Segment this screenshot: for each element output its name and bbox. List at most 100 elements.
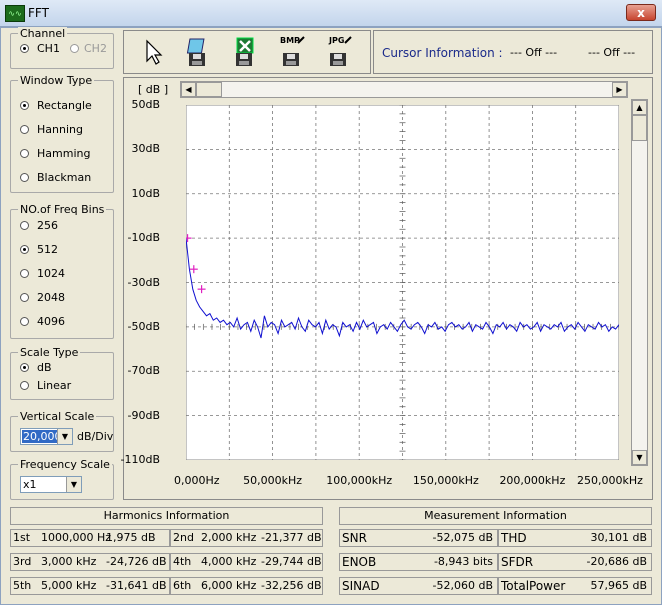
harmonic-db: -32,256 dB: [261, 579, 322, 592]
jpg-label: JPG: [329, 36, 345, 45]
ch1-radio[interactable]: [20, 44, 29, 53]
vertical-scale-title: Vertical Scale: [18, 410, 97, 423]
x-tick-label: 200,000kHz: [499, 474, 566, 487]
scroll-up-icon[interactable]: ▲: [632, 100, 647, 115]
measurement-cell: THD 30,101 dB: [498, 529, 652, 547]
vertical-scrollbar[interactable]: ▲ ▼: [631, 99, 648, 466]
blackman-label: Blackman: [37, 171, 92, 184]
frequency-scale-value: x1: [23, 478, 37, 491]
harmonic-freq: 4,000 kHz: [201, 555, 257, 568]
x-tick-label: 50,000kHz: [243, 474, 303, 487]
y-tick-label: -50dB: [127, 319, 161, 333]
measurement-value: 30,101 dB: [590, 531, 647, 544]
measurement-cell: SINAD -52,060 dB: [339, 577, 498, 595]
pointer-button[interactable]: [131, 33, 171, 71]
x-tick-label: 150,000kHz: [412, 474, 479, 487]
y-tick-label: 10dB: [131, 186, 160, 200]
harmonic-order: 3rd: [13, 555, 32, 568]
measurement-cell: SFDR -20,686 dB: [498, 553, 652, 571]
harmonic-order: 6th: [173, 579, 192, 592]
harmonic-order: 1st: [13, 531, 31, 544]
measurement-value: -52,060 dB: [432, 579, 493, 592]
scroll-right-icon[interactable]: ▶: [612, 82, 627, 97]
ch2-label: CH2: [84, 42, 107, 55]
bins-256-label: 256: [37, 219, 58, 232]
harmonic-db: -31,641 dB: [106, 579, 167, 592]
harmonics-title: Harmonics Information: [10, 507, 323, 525]
harmonic-db: -24,726 dB: [106, 555, 167, 568]
measurement-name: SNR: [342, 531, 367, 545]
harmonic-cell: 6th 6,000 kHz -32,256 dB: [170, 577, 323, 595]
measurement-cell: TotalPower 57,965 dB: [498, 577, 652, 595]
vertical-scroll-thumb[interactable]: [632, 115, 647, 141]
bins-1024-radio[interactable]: [20, 269, 29, 278]
scroll-down-icon[interactable]: ▼: [632, 450, 647, 465]
pointer-icon: [146, 39, 163, 65]
measurement-value: 57,965 dB: [590, 579, 647, 592]
measurement-name: ENOB: [342, 555, 377, 569]
measurement-name: TotalPower: [501, 579, 566, 593]
scale-type-group: [10, 352, 114, 400]
measurement-name: SINAD: [342, 579, 380, 593]
chart-unit-label: [ dB ]: [138, 83, 169, 96]
rectangle-label: Rectangle: [37, 99, 92, 112]
bins-2048-radio[interactable]: [20, 293, 29, 302]
measurement-cell: SNR -52,075 dB: [339, 529, 498, 547]
bins-256-radio[interactable]: [20, 221, 29, 230]
linear-radio[interactable]: [20, 381, 29, 390]
measurement-name: THD: [501, 531, 527, 545]
vertical-scale-unit: dB/Div: [77, 430, 114, 443]
title-bar: ∿∿ FFT x: [0, 0, 662, 27]
harmonic-freq: 1000,000 Hz: [41, 531, 112, 544]
cursor-info-label: Cursor Information :: [382, 46, 503, 60]
save-button[interactable]: [178, 33, 218, 71]
harmonic-db: -21,377 dB: [261, 531, 322, 544]
frequency-scale-title: Frequency Scale: [18, 458, 112, 471]
scroll-left-icon[interactable]: ◀: [181, 82, 196, 97]
y-tick-label: 50dB: [131, 98, 160, 111]
y-tick-label: -70dB: [127, 364, 161, 378]
measurement-cell: ENOB -8,943 bits: [339, 553, 498, 571]
save-disk-icon: [186, 38, 205, 66]
harmonic-cell: 3rd 3,000 kHz -24,726 dB: [10, 553, 170, 571]
blackman-radio[interactable]: [20, 173, 29, 182]
fft-plot: [186, 105, 619, 460]
channel-group-title: Channel: [18, 27, 68, 40]
close-button[interactable]: x: [626, 4, 656, 21]
harmonic-order: 2nd: [173, 531, 194, 544]
vertical-scale-select[interactable]: 20,000 ▼: [20, 428, 73, 445]
bins-2048-label: 2048: [37, 291, 65, 304]
horizontal-scroll-thumb[interactable]: [196, 82, 222, 97]
bins-512-label: 512: [37, 243, 58, 256]
scale-type-title: Scale Type: [18, 346, 81, 359]
export-excel-button[interactable]: [225, 33, 265, 71]
y-tick-label: -30dB: [127, 275, 161, 289]
measurement-value: -52,075 dB: [432, 531, 493, 544]
bins-512-radio[interactable]: [20, 245, 29, 254]
save-jpg-button[interactable]: JPG: [319, 33, 359, 71]
cursor-value-1: --- Off ---: [510, 46, 558, 59]
harmonic-freq: 6,000 kHz: [201, 579, 257, 592]
db-radio[interactable]: [20, 363, 29, 372]
cursor-value-2: --- Off ---: [588, 46, 636, 59]
harmonic-order: 4th: [173, 555, 192, 568]
bins-1024-label: 1024: [37, 267, 65, 280]
freq-bins-title: NO.of Freq Bins: [18, 203, 107, 216]
horizontal-scrollbar[interactable]: ◀ ▶: [180, 81, 628, 98]
save-bmp-button[interactable]: BMP: [272, 33, 312, 71]
bins-4096-label: 4096: [37, 315, 65, 328]
linear-label: Linear: [37, 379, 72, 392]
hamming-radio[interactable]: [20, 149, 29, 158]
rectangle-radio[interactable]: [20, 101, 29, 110]
hanning-radio[interactable]: [20, 125, 29, 134]
x-tick-label: 250,000kHz: [577, 474, 643, 487]
chevron-down-icon[interactable]: ▼: [66, 477, 81, 492]
hamming-label: Hamming: [37, 147, 91, 160]
frequency-scale-select[interactable]: x1 ▼: [20, 476, 82, 493]
harmonic-cell: 4th 4,000 kHz -29,744 dB: [170, 553, 323, 571]
bins-4096-radio[interactable]: [20, 317, 29, 326]
ch2-radio[interactable]: [70, 44, 79, 53]
y-tick-label: 30dB: [131, 142, 160, 156]
chevron-down-icon[interactable]: ▼: [57, 429, 72, 444]
window-title: FFT: [28, 6, 49, 20]
